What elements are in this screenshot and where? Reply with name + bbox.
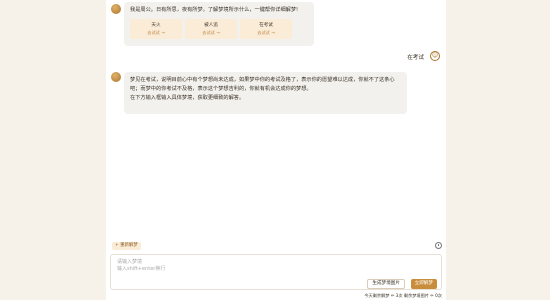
reply-paragraph-2: 在下方输入框输入具体梦境，获取更细致的解答。: [130, 95, 245, 101]
reply-paragraph-1: 梦见在考试，说明目前心中有个梦想尚未达成，如果梦中你的考试及格了，表示你的愿望难…: [130, 77, 395, 92]
intro-text: 我是周公。日有所思，夜有所梦。了解梦境所示什么，一键帮你详细解梦!: [130, 7, 299, 13]
suggestion-cards: 天火 去试试 → 被人追 去试试 → 在考试 去试试 →: [130, 19, 308, 39]
bot-message-reply: 梦见在考试，说明目前心中有个梦想尚未达成，如果梦中你的考试及格了，表示你的愿望难…: [124, 72, 407, 114]
chat-panel: 我是周公。日有所思，夜有所梦。了解梦境所示什么，一键帮你详细解梦! 天火 去试试…: [106, 0, 446, 300]
placeholder-line-1: 请输入梦境: [117, 259, 143, 265]
dream-input-box[interactable]: 请输入梦境 输入shift+enter换行 生成梦境图片 立即解梦: [110, 254, 442, 290]
usage-status: 今天剩余解梦 ✏ 3次 剩余梦境图片 ✏ 0次: [364, 293, 442, 298]
user-avatar-icon: ☺: [430, 51, 440, 61]
placeholder-line-2: 输入shift+enter换行: [117, 266, 166, 272]
user-message: 在考试: [407, 55, 424, 61]
suggestion-card-2[interactable]: 被人追 去试试 →: [185, 19, 237, 39]
right-margin: [444, 0, 550, 300]
zhougong-avatar-icon: [111, 4, 121, 14]
zhougong-avatar-icon: [111, 72, 121, 82]
history-icon[interactable]: [435, 242, 442, 249]
suggestion-card-3[interactable]: 在考试 去试试 →: [240, 19, 292, 39]
reset-dream-button[interactable]: + 重新解梦: [112, 242, 141, 250]
card-title: 天火: [151, 23, 161, 28]
card-action: 去试试 →: [257, 30, 275, 35]
card-action: 去试试 →: [202, 30, 220, 35]
bot-message-intro: 我是周公。日有所思，夜有所梦。了解梦境所示什么，一键帮你详细解梦! 天火 去试试…: [124, 2, 314, 46]
input-placeholder[interactable]: 请输入梦境 输入shift+enter换行: [117, 259, 165, 273]
left-margin: [0, 0, 106, 300]
card-title: 在考试: [259, 23, 273, 28]
card-title: 被人追: [204, 23, 218, 28]
suggestion-card-1[interactable]: 天火 去试试 →: [130, 19, 182, 39]
generate-image-button[interactable]: 生成梦境图片: [367, 279, 405, 289]
card-action: 去试试 →: [147, 30, 165, 35]
submit-dream-button[interactable]: 立即解梦: [410, 279, 437, 289]
